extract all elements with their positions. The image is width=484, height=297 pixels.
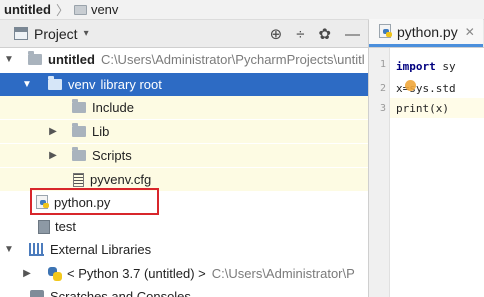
line-number: 3 [379,103,386,114]
scratches-icon [30,290,44,297]
folder-icon [72,123,86,137]
collapse-all-icon[interactable]: ÷ [296,26,304,43]
view-dropdown-icon[interactable]: ▾ [84,28,89,39]
expand-arrow-icon[interactable]: ▼ [20,79,34,90]
project-tree: ▼ untitled C:\Users\Administrator\Pychar… [0,48,368,297]
code-text: print(x) [396,101,449,115]
python-file-icon [36,195,50,210]
tree-item-label: pyvenv.cfg [90,172,152,187]
code-line[interactable]: import sy [396,56,484,76]
line-number-gutter: 1 2 3 [368,48,390,297]
locate-target-icon[interactable]: ⊕ [270,25,283,43]
tree-item-label: test [55,219,76,234]
expand-arrow-icon[interactable]: ▼ [2,54,16,65]
tree-item-venv[interactable]: ▼ venv library root [0,73,368,96]
collapsed-arrow-icon[interactable]: ▶ [46,150,60,161]
tab-label: python.py [397,23,458,40]
tree-item-test[interactable]: test [0,215,368,238]
code-editor[interactable]: import sy x=sys.std print(x) [390,48,484,297]
tree-item-python-py[interactable]: python.py [0,191,368,214]
project-window-icon [14,27,28,40]
line-number: 2 [379,83,386,94]
nav-separator: 〉 [55,3,69,18]
project-toolbar: ⊕ ÷ ✿ — [270,20,360,48]
test-folder-icon [38,219,50,234]
folder-icon [72,147,86,161]
tree-item-label: Scratches and Consoles [50,289,191,297]
code-text: sy [435,59,456,73]
tree-item-label: < Python 3.7 (untitled) > [67,266,206,281]
tree-item-label: Scripts [92,148,132,163]
intention-bulb-icon[interactable] [405,80,416,91]
project-path: C:\Users\Administrator\PycharmProjects\u… [100,52,365,67]
code-keyword: import [396,59,436,73]
library-root-label: library root [100,77,162,92]
collapsed-arrow-icon[interactable]: ▶ [46,126,60,137]
tree-item-pyvenv-cfg[interactable]: pyvenv.cfg [0,168,368,191]
tree-item-scratches[interactable]: Scratches and Consoles [0,285,368,297]
collapsed-arrow-icon[interactable]: ▶ [20,268,34,279]
tree-item-label: Include [92,100,134,115]
python-file-icon [379,24,393,39]
tree-item-label: External Libraries [50,242,152,257]
navigation-bar: untitled 〉 venv [0,0,484,20]
tree-item-label: Lib [92,124,110,139]
tree-item-external-libraries[interactable]: ▼ External Libraries [0,238,368,261]
nav-folder-name[interactable]: venv [91,2,118,17]
tree-item-label: untitled [48,52,95,67]
project-view-title[interactable]: Project [34,26,78,42]
close-tab-icon[interactable]: ✕ [465,25,475,39]
expand-arrow-icon[interactable]: ▼ [2,244,16,255]
code-line-current[interactable]: print(x) [390,98,484,118]
folder-icon [72,99,86,113]
settings-gear-icon[interactable]: ✿ [318,25,331,43]
tree-item-lib[interactable]: ▶ Lib [0,120,368,143]
folder-icon [28,51,42,65]
tab-python-py[interactable]: python.py ✕ [369,19,483,47]
folder-icon [48,76,62,90]
nav-project-name[interactable]: untitled [4,2,51,17]
editor-tab-strip: python.py ✕ [368,19,484,48]
tree-item-python-sdk[interactable]: ▶ < Python 3.7 (untitled) > C:\Users\Adm… [0,262,368,285]
tree-item-include[interactable]: Include [0,96,368,119]
hide-panel-icon[interactable]: — [345,26,360,43]
project-panel-header: Project ▾ ⊕ ÷ ✿ — [0,20,368,48]
tree-item-label: python.py [54,195,111,210]
sdk-path: C:\Users\Administrator\P [211,266,355,281]
tree-item-untitled[interactable]: ▼ untitled C:\Users\Administrator\Pychar… [0,48,368,71]
config-file-icon [73,172,84,187]
tree-item-scripts[interactable]: ▶ Scripts [0,144,368,167]
tree-item-label: venv [68,77,96,92]
library-icon [29,243,44,256]
python-logo-icon [48,266,62,281]
folder-icon [73,4,87,15]
line-number: 1 [379,59,386,70]
